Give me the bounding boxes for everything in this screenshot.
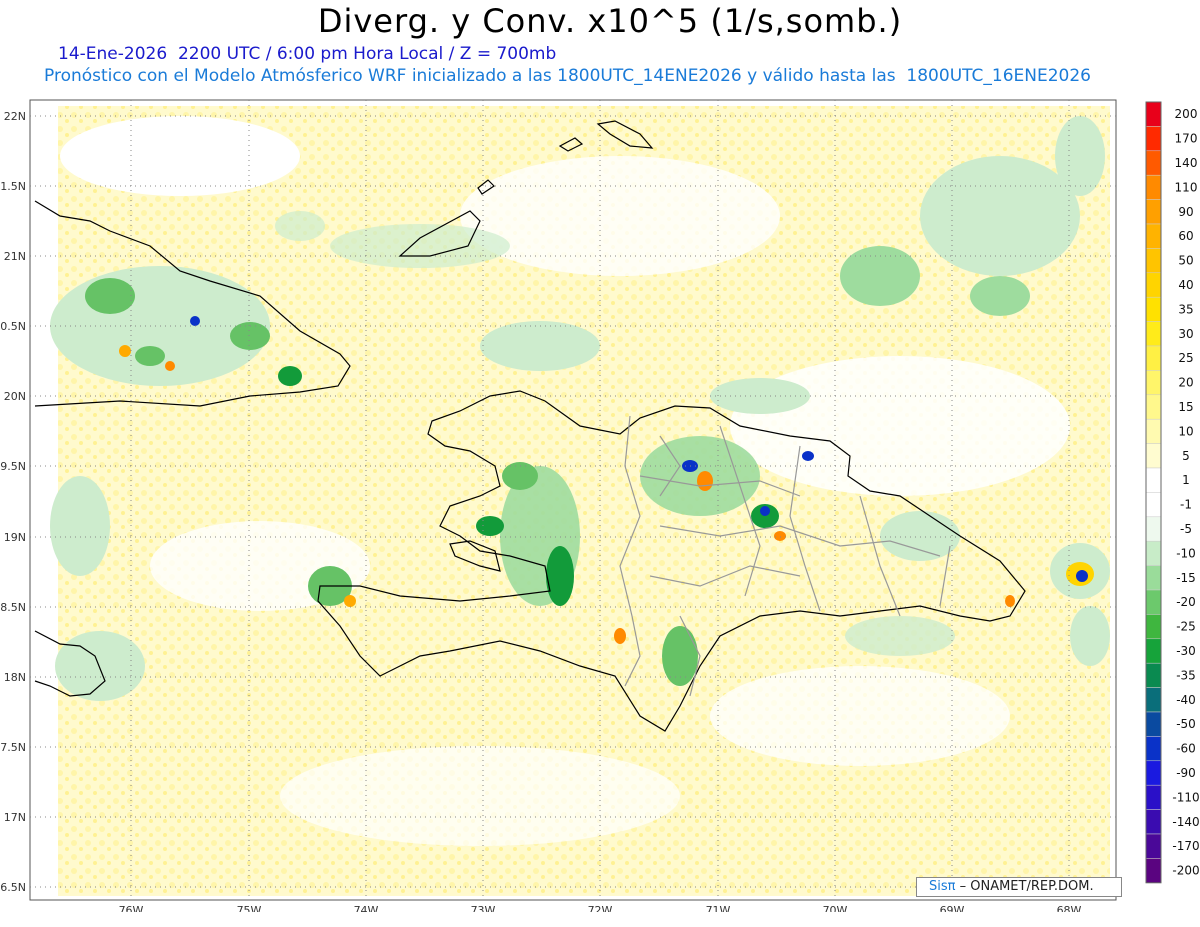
lat-label: 7.5N (0, 741, 26, 754)
colorbar-swatch (1145, 565, 1162, 591)
colorbar-swatch (1145, 150, 1162, 176)
colorbar-swatch (1145, 614, 1162, 640)
colorbar-label: 1 (1182, 473, 1190, 487)
colorbar-swatch (1145, 174, 1162, 200)
colorbar-label: -25 (1176, 620, 1196, 634)
colorbar-swatch (1145, 248, 1162, 274)
lon-labels: 76W 75W 74W 73W 72W 71W 70W 69W 68W (119, 904, 1082, 912)
colorbar-swatch (1145, 833, 1162, 859)
colorbar-label: -35 (1176, 668, 1196, 682)
colorbar-label: 10 (1178, 424, 1193, 438)
colorbar-swatch (1145, 540, 1162, 566)
colorbar-swatch (1145, 443, 1162, 469)
lat-label: 6.5N (0, 881, 26, 894)
colorbar-swatch (1145, 492, 1162, 518)
lon-label: 73W (471, 904, 496, 912)
colorbar-label: -50 (1176, 717, 1196, 731)
credit-box: Sisπ – ONAMET/REP.DOM. (916, 877, 1122, 897)
colorbar-label: -5 (1180, 522, 1192, 536)
lon-label: 76W (119, 904, 144, 912)
colorbar-label: -30 (1176, 644, 1196, 658)
lat-label: 20N (4, 390, 26, 403)
colorbar-swatch (1145, 760, 1162, 786)
colorbar-swatch (1145, 272, 1162, 298)
colorbar-label: 25 (1178, 351, 1193, 365)
colorbar: 200 170 140 110 90 60 50 40 35 30 25 20 15 10 5 1 -1 -5 -1… (1145, 101, 1200, 884)
lon-label: 75W (237, 904, 262, 912)
colorbar-label: 5 (1182, 449, 1190, 463)
forecast-time: 14-Ene-2026 2200 UTC / 6:00 pm Hora Loca… (58, 44, 557, 64)
colorbar-swatch (1145, 467, 1162, 493)
colorbar-label: -10 (1176, 546, 1196, 560)
colorbar-label: 50 (1178, 254, 1193, 268)
colorbar-label: -60 (1176, 742, 1196, 756)
lat-label: 18N (4, 671, 26, 684)
colorbar-label: -170 (1172, 839, 1199, 853)
colorbar-swatch (1145, 394, 1162, 420)
colorbar-label: 140 (1175, 156, 1198, 170)
colorbar-label: 200 (1175, 107, 1198, 121)
colorbar-label: 110 (1175, 180, 1198, 194)
colorbar-swatch (1145, 638, 1162, 664)
lat-label: 21N (4, 250, 26, 263)
lat-label: 1.5N (0, 180, 26, 193)
colorbar-swatch (1145, 418, 1162, 444)
lat-label: 8.5N (0, 601, 26, 614)
colorbar-label: -200 (1172, 864, 1199, 878)
lat-label: 9.5N (0, 460, 26, 473)
colorbar-label: 35 (1178, 302, 1193, 316)
lon-label: 71W (706, 904, 731, 912)
colorbar-label: 30 (1178, 327, 1193, 341)
colorbar-swatch (1145, 784, 1162, 810)
colorbar-swatch (1145, 736, 1162, 762)
colorbar-label: -110 (1172, 790, 1199, 804)
colorbar-swatch (1145, 662, 1162, 688)
colorbar-label: 15 (1178, 400, 1193, 414)
colorbar-label: -90 (1176, 766, 1196, 780)
colorbar-swatch (1145, 809, 1162, 835)
colorbar-label: 90 (1178, 205, 1193, 219)
colorbar-label: 60 (1178, 229, 1193, 243)
colorbar-swatch (1145, 223, 1162, 249)
lon-label: 72W (588, 904, 613, 912)
lon-label: 68W (1057, 904, 1082, 912)
colorbar-swatch (1145, 711, 1162, 737)
colorbar-label: -15 (1176, 571, 1196, 585)
colorbar-label: -20 (1176, 595, 1196, 609)
colorbar-swatch (1145, 345, 1162, 371)
colorbar-label: -140 (1172, 815, 1199, 829)
colorbar-swatch (1145, 589, 1162, 615)
divergence-field (50, 106, 1110, 896)
chart-title: Diverg. y Conv. x10^5 (1/s,somb.) (317, 2, 903, 40)
colorbar-swatch (1145, 687, 1162, 713)
lon-label: 69W (940, 904, 965, 912)
credit-org: – ONAMET/REP.DOM. (955, 879, 1094, 894)
colorbar-swatch (1145, 858, 1162, 884)
colorbar-label: 40 (1178, 278, 1193, 292)
lon-label: 74W (354, 904, 379, 912)
colorbar-label: 20 (1178, 376, 1193, 390)
lat-label: 22N (4, 110, 26, 123)
colorbar-swatches (1145, 101, 1162, 884)
colorbar-label: -40 (1176, 693, 1196, 707)
lon-label: 70W (823, 904, 848, 912)
colorbar-swatch (1145, 321, 1162, 347)
lat-labels: 22N 1.5N 21N 0.5N 20N 9.5N 19N 8.5N 18N … (0, 110, 26, 894)
forecast-map: 22N 1.5N 21N 0.5N 20N 9.5N 19N 8.5N 18N … (0, 99, 1117, 912)
colorbar-swatch (1145, 516, 1162, 542)
model-info: Pronóstico con el Modelo Atmósferico WRF… (44, 66, 1091, 86)
colorbar-labels: 200 170 140 110 90 60 50 40 35 30 25 20 15 10 5 1 -1 -5 -1… (1172, 107, 1199, 877)
lat-label: 19N (4, 531, 26, 544)
colorbar-label: -1 (1180, 498, 1192, 512)
colorbar-label: 170 (1175, 132, 1198, 146)
colorbar-swatch (1145, 370, 1162, 396)
colorbar-swatch (1145, 126, 1162, 152)
colorbar-swatch (1145, 101, 1162, 127)
lat-label: 17N (4, 811, 26, 824)
lat-label: 0.5N (0, 320, 26, 333)
sisp-logo-text: Sisπ (929, 879, 956, 894)
colorbar-swatch (1145, 296, 1162, 322)
colorbar-swatch (1145, 199, 1162, 225)
